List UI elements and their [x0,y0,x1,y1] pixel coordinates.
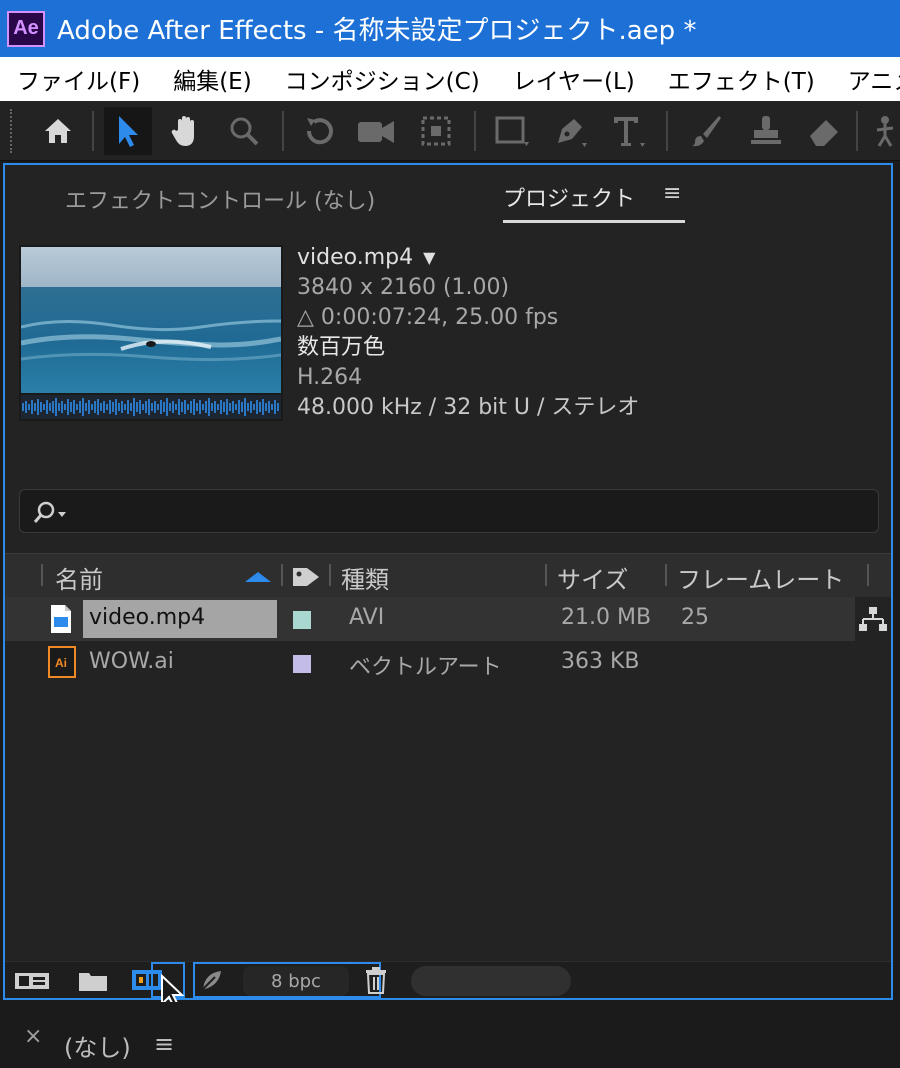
rotate-icon[interactable] [296,107,344,155]
timeline-menu-icon[interactable]: ≡ [154,1030,174,1058]
column-divider [545,564,547,586]
new-folder-icon[interactable] [73,966,113,994]
timeline-tab-label[interactable]: (なし) [64,1028,131,1063]
timeline-tab: × (なし) ≡ [0,1002,900,1068]
project-panel: エフェクトコントロール (なし) プロジェクト ≡ video.mp4 ▼ 38… [3,163,893,1000]
hand-icon[interactable] [162,107,210,155]
search-icon [33,501,66,523]
illustrator-file-icon: Ai [48,646,76,678]
audio-waveform [21,395,281,419]
label-color-swatch[interactable] [293,611,311,629]
column-type[interactable]: 種類 [341,560,389,595]
row-fps: 25 [681,605,709,630]
tools-toolbar [0,101,900,161]
trash-icon[interactable] [361,966,391,994]
row-type: ベクトルアート [349,655,502,680]
toolbar-separator [282,111,284,151]
column-name[interactable]: 名前 [55,560,103,595]
row-size: 363 KB [561,649,640,674]
toolbar-grip[interactable] [10,109,18,153]
zoom-icon[interactable] [220,107,268,155]
row-name[interactable]: video.mp4 [89,605,205,630]
label-color-swatch[interactable] [293,655,311,673]
column-divider [281,564,283,586]
selection-arrow-icon[interactable] [104,107,152,155]
horizontal-scrollbar[interactable] [411,966,571,996]
pen-icon[interactable] [546,107,594,155]
type-icon[interactable] [604,107,652,155]
sort-ascending-icon[interactable] [243,570,273,584]
project-search-input[interactable] [19,489,879,533]
footage-duration: △ 0:00:07:24, 25.00 fps [297,305,559,330]
footage-info: video.mp4 ▼ 3840 x 2160 (1.00) △ 0:00:07… [297,243,639,423]
window-title: Adobe After Effects - 名称未設定プロジェクト.aep * [57,16,697,46]
project-bottom-bar: 8 bpc [5,961,891,998]
column-divider [665,564,667,586]
row-size: 21.0 MB [561,605,652,630]
row-name[interactable]: WOW.ai [89,649,174,674]
tag-icon[interactable] [291,564,321,590]
eraser-icon[interactable] [800,107,848,155]
toolbar-separator [856,111,858,151]
rectangle-icon[interactable] [488,107,536,155]
camera-icon[interactable] [352,107,400,155]
video-file-icon [51,605,71,633]
menu-file[interactable]: ファイル(F) [17,62,140,96]
row-type: AVI [349,605,385,630]
menu-layer[interactable]: レイヤー(L) [513,62,635,96]
toolbar-separator [666,111,668,151]
toolbar-separator [474,111,476,151]
menu-effect[interactable]: エフェクト(T) [668,62,815,96]
column-frame-rate[interactable]: フレームレート [677,560,844,595]
menu-edit[interactable]: 編集(E) [173,62,251,96]
puppet-icon[interactable] [862,107,900,155]
footage-name: video.mp4 [297,245,414,270]
brush-icon[interactable] [682,107,730,155]
menu-composition[interactable]: コンポジション(C) [285,62,480,96]
footage-colors: 数百万色 [297,335,386,360]
footage-codec: H.264 [297,365,363,390]
column-header: 名前 種類 サイズ フレームレート [5,553,891,597]
column-divider [867,564,869,586]
video-preview-image [21,247,281,393]
footage-name-row[interactable]: video.mp4 ▼ [297,243,639,273]
flowchart-icon[interactable] [857,605,889,633]
panel-tabs: エフェクトコントロール (なし) プロジェクト ≡ [5,165,891,231]
column-divider [41,564,43,586]
footage-dropdown-icon[interactable]: ▼ [423,243,435,273]
panel-menu-icon[interactable]: ≡ [663,181,681,206]
table-row[interactable]: Ai WOW.ai ベクトルアート 363 KB [5,641,855,685]
close-icon[interactable]: × [24,1024,42,1049]
clone-stamp-icon[interactable] [742,107,790,155]
table-row[interactable]: video.mp4 AVI 21.0 MB 25 [5,597,855,641]
home-icon[interactable] [34,107,82,155]
pan-behind-icon[interactable] [412,107,460,155]
toolbar-separator [92,111,94,151]
column-size[interactable]: サイズ [557,560,628,595]
bit-depth-button[interactable]: 8 bpc [243,966,349,996]
tab-project-label: プロジェクト [503,187,636,212]
svg-text:Ai: Ai [55,656,67,670]
footage-thumbnail [19,245,283,421]
menu-bar: ファイル(F) 編集(E) コンポジション(C) レイヤー(L) エフェクト(T… [0,57,900,101]
title-bar: Ae Adobe After Effects - 名称未設定プロジェクト.aep… [0,0,900,57]
after-effects-logo: Ae [7,10,45,47]
tab-project[interactable]: プロジェクト ≡ [503,181,686,223]
tab-effect-controls[interactable]: エフェクトコントロール (なし) [65,183,375,215]
footage-audio: 48.000 kHz / 32 bit U / ステレオ [297,395,640,420]
interpret-footage-icon[interactable] [11,966,55,994]
footage-resolution: 3840 x 2160 (1.00) [297,275,510,300]
menu-animation[interactable]: アニメーシ [848,62,900,96]
column-divider [329,564,331,586]
